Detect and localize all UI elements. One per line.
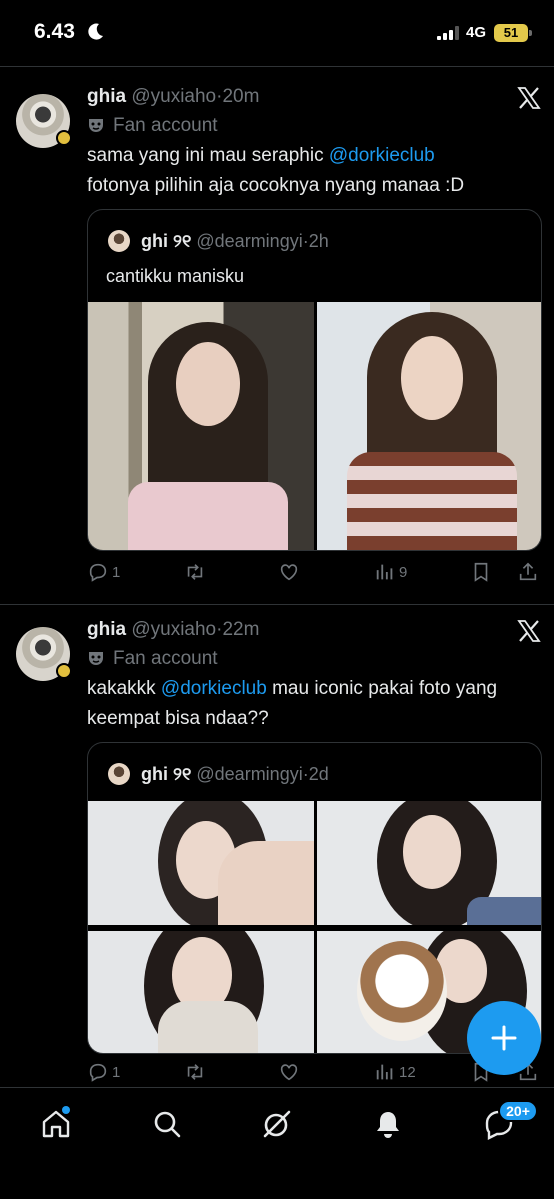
plus-icon [491, 1025, 517, 1051]
quote-timestamp: 2d [308, 764, 329, 784]
like-button[interactable] [278, 1061, 303, 1089]
bottom-nav [0, 1087, 554, 1199]
compose-button[interactable] [467, 1001, 541, 1075]
home-indicator-dot [62, 1106, 70, 1114]
fan-label-text: Fan account [113, 648, 218, 669]
tweet-text: kakakkk @dorkieclub mau iconic pakai fot… [87, 674, 537, 734]
messages-badge: 20+ [498, 1100, 538, 1122]
views-icon [376, 1064, 393, 1080]
x-logo-icon [517, 620, 541, 642]
mention-link[interactable]: @dorkieclub [161, 678, 267, 699]
nav-home[interactable] [40, 1106, 72, 1140]
avatar-badge [56, 663, 72, 679]
quoted-tweet[interactable]: ghi ୨୧ @dearmingyi·2d [87, 742, 542, 1054]
retweet-button[interactable] [184, 1061, 209, 1089]
grok-icon [263, 1110, 291, 1138]
nav-search[interactable] [151, 1108, 183, 1140]
fan-account-label: Fan account [87, 648, 218, 670]
nav-grok[interactable] [261, 1108, 293, 1140]
reply-count: 1 [112, 1063, 121, 1081]
quote-header: ghi ୨୧ @dearmingyi·2d [108, 763, 329, 785]
reply-icon [89, 1063, 107, 1082]
quote-display-name: ghi [141, 764, 169, 784]
handle[interactable]: @yuxiaho [131, 619, 216, 640]
reply-button[interactable]: 1 [87, 1061, 120, 1089]
search-icon [154, 1111, 181, 1138]
notifications-icon [377, 1112, 399, 1138]
tweet-actions: 1 12 [87, 1061, 542, 1089]
view-count: 12 [399, 1063, 416, 1081]
display-name[interactable]: ghia [87, 619, 126, 640]
timestamp[interactable]: 22m [222, 619, 259, 640]
heart-icon [280, 1064, 298, 1081]
photo[interactable] [317, 801, 541, 925]
quote-handle: @dearmingyi [196, 764, 303, 784]
tweet[interactable]: ghia @yuxiaho·22m Fan account kakakkk @d… [0, 0, 554, 1087]
tweet-text-part: kakakkk [87, 678, 161, 699]
nav-notifications[interactable] [372, 1108, 404, 1140]
quote-name-symbol: ୨୧ [173, 764, 192, 784]
quote-avatar [108, 763, 130, 785]
tweet-header: ghia @yuxiaho·22m [87, 619, 259, 641]
photo[interactable] [88, 801, 314, 925]
photo[interactable] [88, 931, 314, 1053]
retweet-icon [187, 1064, 203, 1080]
views-button[interactable]: 12 [374, 1061, 416, 1089]
mask-icon [89, 652, 103, 665]
